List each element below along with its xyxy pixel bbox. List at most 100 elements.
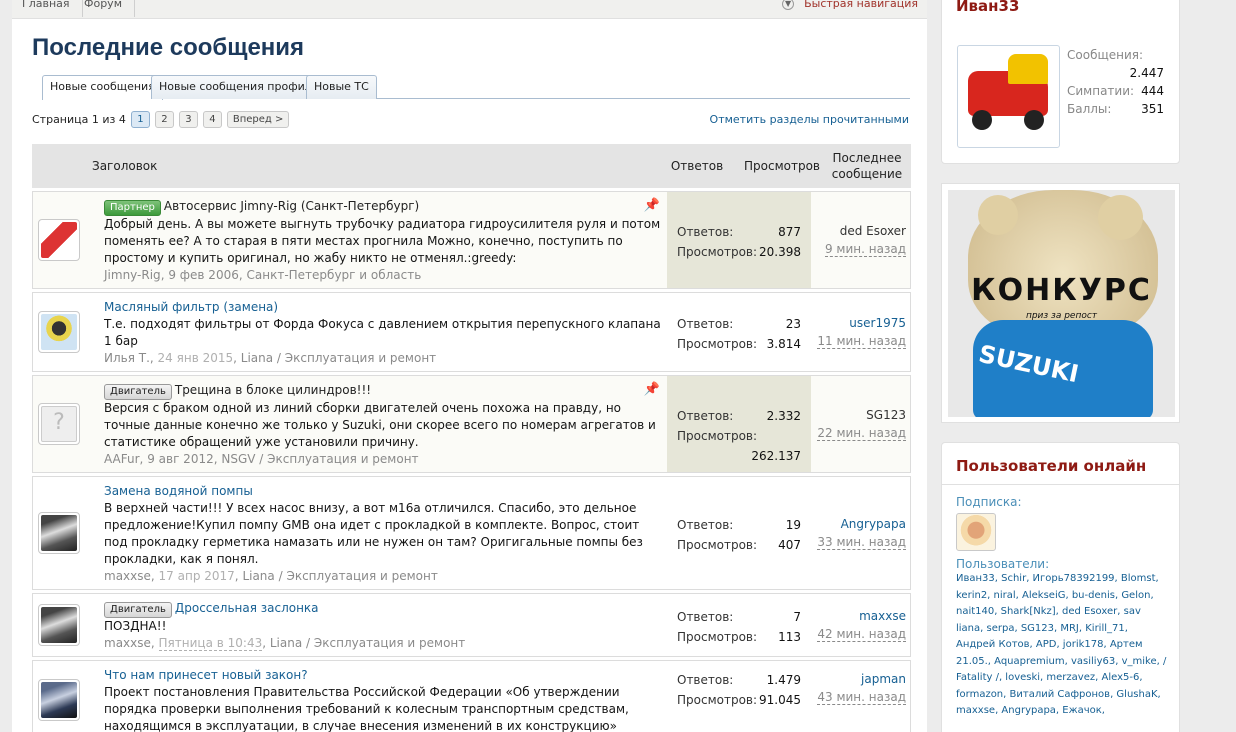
last-post-time[interactable]: 33 мин. назад — [817, 535, 906, 550]
thread-title[interactable]: Масляный фильтр (замена) — [104, 300, 278, 314]
avatar[interactable] — [38, 512, 80, 554]
page-title: Последние сообщения — [32, 34, 305, 61]
views-label: Просмотров: — [677, 245, 758, 259]
column-replies[interactable]: Ответов — [671, 144, 723, 188]
mark-forums-read-link[interactable]: Отметить разделы прочитанными — [710, 113, 909, 126]
thread-category[interactable]: Эксплуатация и ремонт — [285, 351, 436, 365]
avatar[interactable] — [38, 604, 80, 646]
points-count: 351 — [1141, 102, 1164, 116]
avatar[interactable] — [38, 679, 80, 721]
last-post-user[interactable]: SG123 — [811, 406, 906, 424]
thread-forum[interactable]: Liana — [241, 351, 273, 365]
subscription-label: Подписка: — [956, 495, 1022, 509]
thread-stats: Ответов: 1.479 Просмотров: 91.045 — [667, 661, 811, 732]
last-post-time[interactable]: 42 мин. назад — [817, 627, 906, 642]
users-label: Пользователи: — [956, 557, 1050, 571]
thread-stats: Ответов: 19 Просмотров: 407 — [667, 477, 811, 589]
thread-row[interactable]: Двигатель Дроссельная заслонка ПОЗДНА!! m… — [32, 593, 911, 657]
contest-banner[interactable]: КОНКУРС приз за репост SUZUKI — [941, 183, 1180, 423]
thread-row[interactable]: Замена водяной помпы В верхней части!!! … — [32, 476, 911, 590]
replies-label: Ответов: — [677, 673, 734, 687]
thread-title[interactable]: Автосервис Jimny-Rig (Санкт-Петербург) — [164, 199, 419, 213]
last-post-user[interactable]: Angrypapa — [841, 517, 906, 531]
breadcrumb: Главная Форум ▼ Быстрая навигация — [12, 0, 927, 19]
last-post-time[interactable]: 11 мин. назад — [817, 334, 906, 349]
thread-author[interactable]: maxxse — [104, 636, 151, 650]
thread-title[interactable]: Трещина в блоке цилиндров!!! — [175, 383, 371, 397]
tab-new-profile-messages[interactable]: Новые сообщения профиля — [151, 75, 327, 99]
plush-ear — [978, 195, 1018, 235]
prefix-badge[interactable]: Двигатель — [104, 602, 172, 618]
wheel — [1024, 110, 1044, 130]
tab-new-messages[interactable]: Новые сообщения — [42, 75, 163, 100]
thread-forum[interactable]: Санкт-Петербург и область — [247, 268, 422, 282]
prefix-badge[interactable]: Двигатель — [104, 384, 172, 400]
tab-new-vehicles[interactable]: Новые ТС — [306, 75, 377, 99]
thread-category[interactable]: Эксплуатация и ремонт — [314, 636, 465, 650]
thread-forum[interactable]: NSGV — [221, 452, 255, 466]
thread-title[interactable]: Замена водяной помпы — [104, 484, 253, 498]
thread-date: Пятница в 10:43 — [158, 636, 263, 651]
profile-avatar[interactable] — [957, 45, 1060, 148]
last-post-time[interactable]: 22 мин. назад — [817, 426, 906, 441]
replies-count: 7 — [793, 610, 801, 624]
last-post-user[interactable]: maxxse — [859, 609, 906, 623]
thread-row[interactable]: Партнер Автосервис Jimny-Rig (Санкт-Петер… — [32, 191, 911, 289]
thread-category[interactable]: Эксплуатация и ремонт — [267, 452, 418, 466]
pin-icon: 📌 — [643, 382, 660, 397]
thread-author[interactable]: Илья Т. — [104, 351, 150, 365]
last-post-time[interactable]: 43 мин. назад — [817, 690, 906, 705]
online-users-block: Пользователи онлайн Подписка: Пользовате… — [941, 442, 1180, 732]
thread-author[interactable]: AAFur — [104, 452, 140, 466]
column-last-post[interactable]: Последнее сообщение — [827, 144, 907, 188]
next-page-button[interactable]: Вперед > — [226, 111, 290, 128]
points-label: Баллы: — [1067, 102, 1112, 116]
thread-snippet: ПОЗДНА!! — [104, 619, 167, 633]
thread-row[interactable]: Масляный фильтр (замена) Т.е. подходят ф… — [32, 292, 911, 372]
thread-stats: Ответов: 2.332 Просмотров: 262.137 — [667, 376, 811, 472]
views-count: 407 — [778, 538, 801, 552]
page-2[interactable]: 2 — [154, 111, 174, 128]
last-post: japman 43 мин. назад — [811, 661, 910, 732]
page-3[interactable]: 3 — [178, 111, 198, 128]
banner-subtitle: приз за репост — [1025, 311, 1098, 321]
thread-row[interactable]: Что нам принесет новый закон? Проект пос… — [32, 660, 911, 732]
thread-row[interactable]: ? Двигатель Трещина в блоке цилиндров!!! … — [32, 375, 911, 473]
breadcrumb-forum[interactable]: Форум — [74, 0, 135, 17]
thread-date: 17 апр 2017 — [158, 569, 235, 583]
online-users-list[interactable]: Иван33, Schir, Игорь78392199, Blomst, ke… — [956, 571, 1169, 720]
page-1[interactable]: 1 — [130, 111, 150, 128]
last-post-user[interactable]: ded Esoxer — [811, 222, 906, 240]
online-users-title: Пользователи онлайн — [942, 443, 1179, 485]
thread-title[interactable]: Что нам принесет новый закон? — [104, 668, 308, 682]
views-label: Просмотров: — [677, 337, 758, 351]
profile-username[interactable]: Иван33 — [956, 0, 1019, 15]
thread-author[interactable]: maxxse — [104, 569, 151, 583]
views-count: 91.045 — [759, 693, 801, 707]
avatar[interactable] — [38, 311, 80, 353]
pin-icon: 📌 — [643, 198, 660, 213]
thread-snippet: Версия с браком одной из линий сборки дв… — [104, 401, 656, 449]
thread-forum[interactable]: Liana — [270, 636, 302, 650]
breadcrumb-home[interactable]: Главная — [12, 0, 83, 17]
last-post: ded Esoxer 9 мин. назад — [811, 192, 910, 288]
last-post-time[interactable]: 9 мин. назад — [824, 242, 906, 257]
thread-title[interactable]: Дроссельная заслонка — [175, 601, 319, 615]
thread-author[interactable]: Jimny-Rig — [104, 268, 161, 282]
avatar[interactable]: ? — [38, 403, 80, 445]
last-post-user[interactable]: japman — [861, 672, 906, 686]
prefix-badge[interactable]: Партнер — [104, 200, 161, 216]
avatar[interactable] — [38, 219, 80, 261]
thread-snippet: Добрый день. А вы можете выгнуть трубочк… — [104, 217, 661, 265]
last-post-user[interactable]: user1975 — [849, 316, 906, 330]
subscriber-avatar[interactable] — [956, 513, 996, 551]
replies-label: Ответов: — [677, 317, 734, 331]
column-title[interactable]: Заголовок — [92, 144, 292, 188]
messages-label: Сообщения: — [1067, 48, 1144, 62]
thread-category[interactable]: Эксплуатация и ремонт — [286, 569, 437, 583]
page-4[interactable]: 4 — [202, 111, 222, 128]
thread-forum[interactable]: Liana — [242, 569, 274, 583]
last-post: SG123 22 мин. назад — [811, 376, 910, 472]
column-views[interactable]: Просмотров — [742, 144, 822, 188]
quick-navigation[interactable]: ▼ Быстрая навигация — [782, 0, 918, 10]
